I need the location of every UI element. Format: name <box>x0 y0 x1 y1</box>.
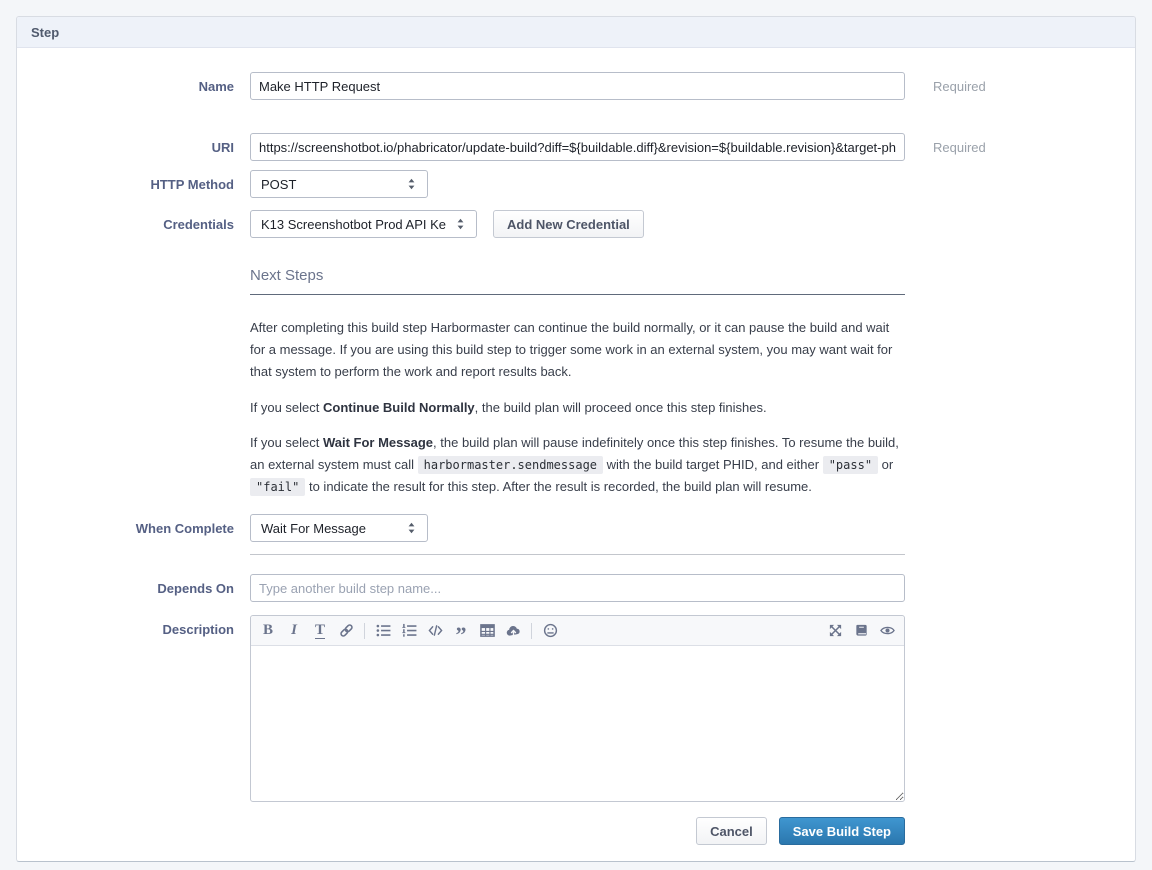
credentials-value: K13 Screenshotbot Prod API Ke <box>261 217 446 232</box>
cancel-button[interactable]: Cancel <box>696 817 767 845</box>
bulleted-list-icon <box>376 623 391 638</box>
name-required-note: Required <box>933 79 986 94</box>
fullscreen-button[interactable] <box>822 619 848 643</box>
uri-input[interactable] <box>250 133 905 161</box>
italic-icon: I <box>291 623 297 638</box>
uri-required-note: Required <box>933 140 986 155</box>
updown-caret-icon <box>405 521 418 535</box>
http-method-select[interactable]: POST <box>250 170 428 198</box>
name-input[interactable] <box>250 72 905 100</box>
cloud-upload-icon <box>506 623 521 638</box>
next-steps-paragraph-2: If you select Continue Build Normally, t… <box>250 397 905 419</box>
quote-button[interactable]: ” <box>448 619 474 643</box>
panel-title: Step <box>31 25 59 40</box>
next-steps-section: Next Steps After completing this build s… <box>250 267 905 498</box>
description-textarea[interactable] <box>251 646 904 801</box>
panel-header: Step <box>17 17 1135 48</box>
build-step-form: Name Required URI Required HTTP Method P… <box>17 72 1135 862</box>
depends-on-input[interactable] <box>250 574 905 602</box>
name-label: Name <box>17 79 250 94</box>
form-actions: Cancel Save Build Step <box>17 817 905 845</box>
remarkup-toolbar: B I T <box>251 616 904 646</box>
upload-file-button[interactable] <box>500 619 526 643</box>
table-icon <box>480 623 495 638</box>
smiley-icon <box>543 623 558 638</box>
description-label: Description <box>17 615 250 637</box>
http-method-value: POST <box>261 177 296 192</box>
uri-label: URI <box>17 140 250 155</box>
eye-icon <box>880 623 895 638</box>
save-build-step-button[interactable]: Save Build Step <box>779 817 905 845</box>
credentials-label: Credentials <box>17 217 250 232</box>
when-complete-value: Wait For Message <box>261 521 366 536</box>
meme-button[interactable] <box>537 619 563 643</box>
toolbar-separator <box>531 623 532 639</box>
next-steps-paragraph-3: If you select Wait For Message, the buil… <box>250 432 905 498</box>
when-complete-label: When Complete <box>17 521 250 536</box>
italic-button[interactable]: I <box>281 619 307 643</box>
updown-caret-icon <box>454 217 467 231</box>
next-steps-paragraph-1: After completing this build step Harborm… <box>250 317 905 383</box>
link-button[interactable] <box>333 619 359 643</box>
section-divider <box>250 554 905 555</box>
depends-on-label: Depends On <box>17 581 250 596</box>
http-method-label: HTTP Method <box>17 177 250 192</box>
remarkup-editor: B I T <box>250 615 905 802</box>
step-form-panel: Step Name Required URI Required HTTP Met… <box>16 16 1136 862</box>
numbered-list-button[interactable] <box>396 619 422 643</box>
updown-caret-icon <box>405 177 418 191</box>
toolbar-separator <box>364 623 365 639</box>
monospace-button[interactable]: T <box>307 619 333 643</box>
fullscreen-icon <box>828 623 843 638</box>
next-steps-heading: Next Steps <box>250 267 905 295</box>
when-complete-select[interactable]: Wait For Message <box>250 514 428 542</box>
table-button[interactable] <box>474 619 500 643</box>
inline-code: harbormaster.sendmessage <box>418 456 603 474</box>
quote-icon: ” <box>456 621 467 640</box>
bold-icon: B <box>263 623 273 638</box>
book-icon <box>854 623 869 638</box>
credentials-select[interactable]: K13 Screenshotbot Prod API Ke <box>250 210 477 238</box>
bulleted-list-button[interactable] <box>370 619 396 643</box>
bold-button[interactable]: B <box>255 619 281 643</box>
preview-button[interactable] <box>874 619 900 643</box>
monospace-icon: T <box>315 623 325 639</box>
inline-code: "pass" <box>823 456 878 474</box>
code-block-icon <box>428 623 443 638</box>
help-button[interactable] <box>848 619 874 643</box>
inline-code: "fail" <box>250 478 305 496</box>
code-block-button[interactable] <box>422 619 448 643</box>
numbered-list-icon <box>402 623 417 638</box>
add-new-credential-button[interactable]: Add New Credential <box>493 210 644 238</box>
link-icon <box>339 623 354 638</box>
